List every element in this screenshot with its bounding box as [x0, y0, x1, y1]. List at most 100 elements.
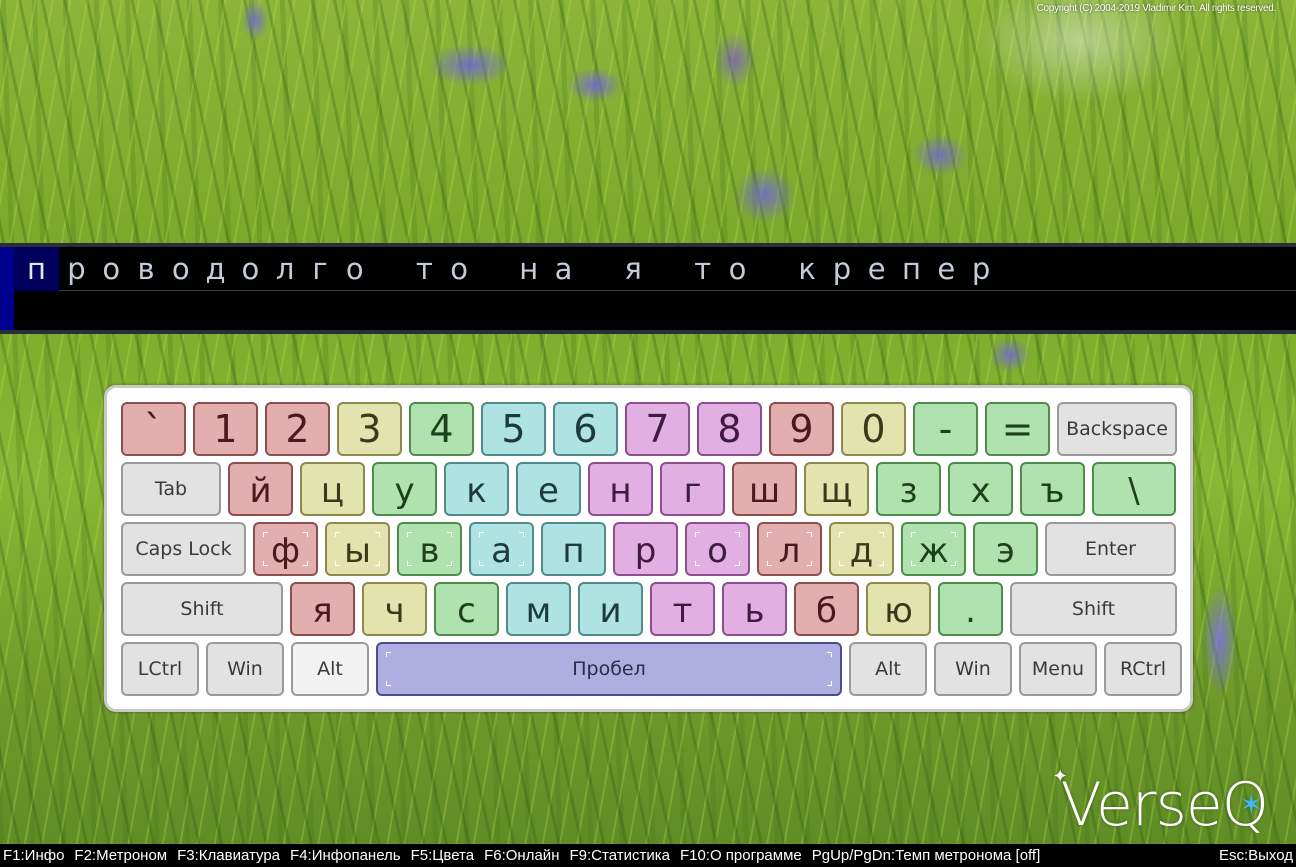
key[interactable]: у [372, 462, 437, 516]
key-alt[interactable]: Alt [849, 642, 927, 696]
starfish-icon: ✶ [1239, 788, 1263, 821]
key[interactable]: з [876, 462, 941, 516]
key-label: ъ [1040, 471, 1065, 511]
hotkey-item[interactable]: F2:Метроном [74, 847, 167, 864]
home-marker-icon [767, 532, 772, 537]
key[interactable]: р [613, 522, 678, 576]
target-char [581, 247, 616, 291]
key[interactable]: ч [362, 582, 427, 636]
typed-input-line[interactable] [14, 292, 1296, 330]
key-label: ь [744, 591, 765, 631]
key-label: р [634, 531, 657, 571]
key[interactable]: ю [866, 582, 931, 636]
home-marker-icon [911, 561, 916, 566]
home-marker-icon [375, 532, 380, 537]
key-label: Win [227, 658, 263, 680]
key[interactable]: 1 [193, 402, 258, 456]
key[interactable]: 8 [697, 402, 762, 456]
key-label: Enter [1085, 538, 1136, 560]
verseq-logo: ✦ VerseQ ✶ [1053, 766, 1269, 840]
key[interactable]: е [516, 462, 581, 516]
key[interactable]: б [794, 582, 859, 636]
target-char: е [867, 251, 886, 286]
key[interactable]: п [541, 522, 606, 576]
key[interactable]: я [290, 582, 355, 636]
key[interactable]: ` [121, 402, 186, 456]
key-caps-lock[interactable]: Caps Lock [121, 522, 246, 576]
key-alt[interactable]: Alt [291, 642, 369, 696]
key-backspace[interactable]: Backspace [1057, 402, 1177, 456]
key[interactable]: в [397, 522, 462, 576]
key[interactable]: ш [732, 462, 797, 516]
sparkle-icon: ✦ [1052, 766, 1068, 787]
key[interactable]: ъ [1020, 462, 1085, 516]
key[interactable]: а [469, 522, 534, 576]
key[interactable]: \ [1092, 462, 1176, 516]
key[interactable]: - [913, 402, 978, 456]
key[interactable]: ы [325, 522, 390, 576]
key-lctrl[interactable]: LCtrl [121, 642, 199, 696]
target-char: в [137, 251, 155, 286]
key[interactable]: х [948, 462, 1013, 516]
hotkey-item[interactable]: F4:Инфопанель [290, 847, 401, 864]
key-rctrl[interactable]: RCtrl [1104, 642, 1182, 696]
target-char: н [519, 251, 539, 286]
key[interactable]: с [434, 582, 499, 636]
key[interactable]: щ [804, 462, 869, 516]
key[interactable]: 4 [409, 402, 474, 456]
key[interactable]: 7 [625, 402, 690, 456]
key[interactable]: 3 [337, 402, 402, 456]
key[interactable]: ц [300, 462, 365, 516]
hotkey-item[interactable]: F3:Клавиатура [177, 847, 280, 864]
home-marker-icon [447, 561, 452, 566]
key[interactable]: к [444, 462, 509, 516]
key-shift[interactable]: Shift [121, 582, 283, 636]
key-menu[interactable]: Menu [1019, 642, 1097, 696]
hotkey-item[interactable]: F9:Статистика [569, 847, 669, 864]
key[interactable]: л [757, 522, 822, 576]
target-char: р [832, 251, 852, 286]
key[interactable]: 2 [265, 402, 330, 456]
hotkey-exit[interactable]: Esc:Выход [1219, 847, 1293, 864]
home-marker-icon [879, 532, 884, 537]
key-win[interactable]: Win [934, 642, 1012, 696]
home-marker-icon [263, 561, 268, 566]
key[interactable]: н [588, 462, 653, 516]
key[interactable]: э [973, 522, 1038, 576]
key-tab[interactable]: Tab [121, 462, 221, 516]
space-key[interactable]: Пробел [376, 642, 842, 696]
key[interactable]: 9 [769, 402, 834, 456]
hotkey-item[interactable]: F6:Онлайн [484, 847, 559, 864]
key[interactable]: о [685, 522, 750, 576]
key-label: ж [918, 531, 949, 571]
typing-panel: проводолго то на я то крепер [0, 243, 1296, 334]
hotkey-item[interactable]: F1:Инфо [3, 847, 64, 864]
key[interactable]: г [660, 462, 725, 516]
key-win[interactable]: Win [206, 642, 284, 696]
target-char: к [798, 251, 816, 286]
key[interactable]: й [228, 462, 293, 516]
status-bar: F1:Инфо F2:Метроном F3:Клавиатура F4:Инфопа… [0, 844, 1296, 867]
hotkey-item[interactable]: PgUp/PgDn:Темп метронома [off] [812, 847, 1041, 864]
key[interactable]: = [985, 402, 1050, 456]
home-marker-icon [407, 561, 412, 566]
key[interactable]: ф [253, 522, 318, 576]
hotkey-item[interactable]: F10:О программе [680, 847, 802, 864]
key-shift[interactable]: Shift [1010, 582, 1177, 636]
key[interactable]: м [506, 582, 571, 636]
key[interactable]: 0 [841, 402, 906, 456]
current-char: п [14, 246, 59, 291]
key[interactable]: . [938, 582, 1003, 636]
key-enter[interactable]: Enter [1045, 522, 1176, 576]
target-text-line: проводолго то на я то крепер [14, 246, 1296, 291]
key[interactable]: 5 [481, 402, 546, 456]
hotkey-item[interactable]: F5:Цвета [411, 847, 474, 864]
key-label: я [312, 591, 333, 631]
key[interactable]: т [650, 582, 715, 636]
key[interactable]: д [829, 522, 894, 576]
key[interactable]: ж [901, 522, 966, 576]
key[interactable]: 6 [553, 402, 618, 456]
key[interactable]: ь [722, 582, 787, 636]
key-label: 7 [645, 407, 670, 451]
key[interactable]: и [578, 582, 643, 636]
